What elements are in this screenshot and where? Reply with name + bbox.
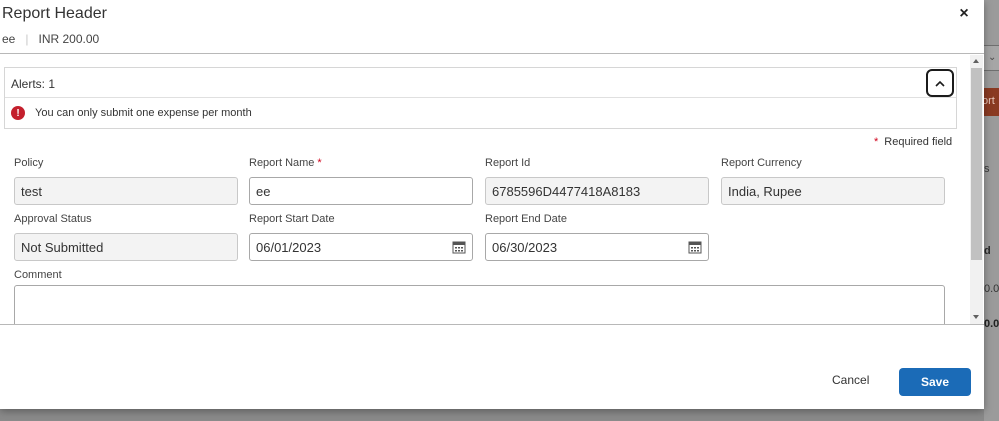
alerts-label: Alerts: 1 [11,77,56,91]
background-page: ⌄ ort s d 0.00 0.00 [984,0,999,421]
comment-textarea[interactable] [14,285,945,324]
report-end-date-label: Report End Date [485,213,567,225]
chevron-down-icon: ⌄ [988,52,997,63]
error-icon: ! [11,106,25,120]
background-button: ort [984,88,999,116]
report-start-date-label: Report Start Date [249,213,335,225]
calendar-icon[interactable] [452,240,466,254]
calendar-icon[interactable] [688,240,702,254]
report-end-date-field: Report End Date 06/30/2023 [485,213,709,261]
report-end-date-input[interactable]: 06/30/2023 [485,233,709,261]
background-text: d [984,245,991,257]
chevron-up-icon [935,80,945,87]
policy-field: Policy test [14,157,238,205]
approval-status-field: Approval Status Not Submitted [14,213,238,261]
report-currency-label: Report Currency [721,157,802,169]
report-currency-field: Report Currency India, Rupee [721,157,945,205]
alert-item: ! You can only submit one expense per mo… [11,106,252,120]
report-summary: ee | INR 200.00 [2,32,99,46]
background-text: 0.00 [984,318,999,330]
report-name-input[interactable]: ee [249,177,473,205]
scroll-down-arrow-icon[interactable] [973,315,979,319]
report-start-date-input[interactable]: 06/01/2023 [249,233,473,261]
modal-header: Report Header ee | INR 200.00 × [0,0,984,54]
comment-label: Comment [14,269,62,281]
separator: | [25,32,29,46]
report-short-name: ee [2,32,16,46]
report-currency-input: India, Rupee [721,177,945,205]
report-id-field: Report Id 6785596D4477418A8183 [485,157,709,205]
report-header-modal: Report Header ee | INR 200.00 × Alerts: … [0,0,984,409]
required-field-note: * Required field [874,136,953,148]
policy-input: test [14,177,238,205]
report-id-label: Report Id [485,157,531,169]
approval-status-label: Approval Status [14,213,92,225]
collapse-alerts-button[interactable] [926,69,954,97]
close-icon[interactable]: × [955,5,973,23]
report-start-date-field: Report Start Date 06/01/2023 [249,213,473,261]
report-id-input: 6785596D4477418A8183 [485,177,709,205]
approval-status-input: Not Submitted [14,233,238,261]
background-text: s [984,163,990,175]
report-end-date-value: 06/30/2023 [492,239,558,255]
modal-scrollbar[interactable] [970,55,983,324]
required-star: * [874,136,879,148]
modal-body: Alerts: 1 ! You can only submit one expe… [0,55,984,325]
report-amount: INR 200.00 [38,32,100,46]
report-name-label: Report Name * [249,157,322,169]
scroll-thumb[interactable] [971,68,982,260]
alerts-header: Alerts: 1 [5,68,956,98]
cancel-button[interactable]: Cancel [832,373,869,387]
scroll-up-arrow-icon[interactable] [973,59,979,63]
alert-message: You can only submit one expense per mont… [35,107,252,119]
report-name-field: Report Name * ee [249,157,473,205]
modal-title: Report Header [2,5,107,22]
alerts-panel: Alerts: 1 ! You can only submit one expe… [4,67,957,129]
report-start-date-value: 06/01/2023 [256,239,322,255]
background-text: 0.00 [984,283,999,295]
save-button[interactable]: Save [899,368,971,396]
policy-label: Policy [14,157,44,169]
